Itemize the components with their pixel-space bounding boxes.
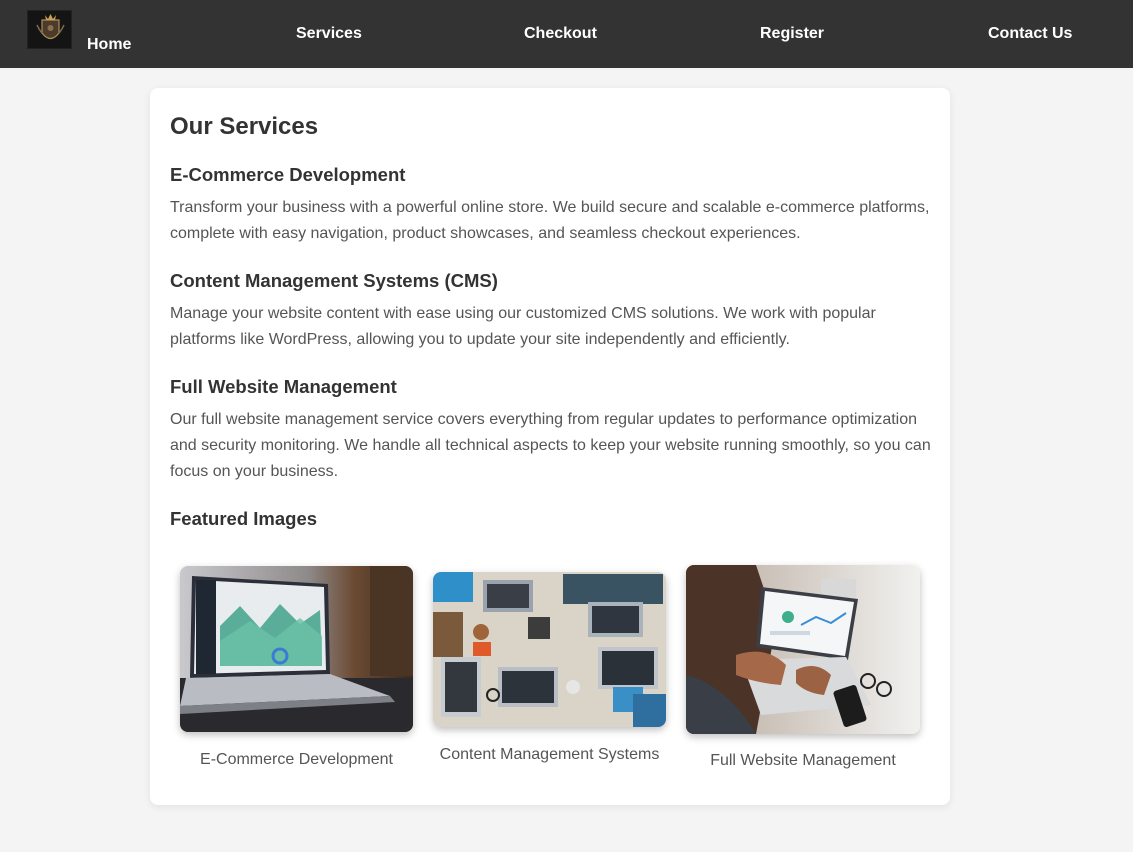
nav-checkout-link[interactable]: Checkout <box>524 25 597 43</box>
service-description-cms: Manage your website content with ease us… <box>170 305 876 348</box>
service-description-ecommerce: Transform your business with a powerful … <box>170 199 930 242</box>
services-card: Our Services E-Commerce Development Tran… <box>150 88 950 805</box>
featured-caption-cms: Content Management Systems <box>439 746 660 763</box>
page-title: Our Services <box>170 113 319 140</box>
service-description-management: Our full website management service cove… <box>170 411 931 480</box>
site-logo[interactable] <box>27 10 72 49</box>
featured-caption-management: Full Website Management <box>710 752 896 769</box>
nav-home-link[interactable]: Home <box>87 36 131 54</box>
nav-services-link[interactable]: Services <box>296 25 362 43</box>
featured-image-cms <box>433 572 666 727</box>
featured-images-title: Featured Images <box>170 508 318 529</box>
featured-caption-ecommerce: E-Commerce Development <box>200 751 393 768</box>
featured-image-ecommerce <box>180 566 413 732</box>
service-title-cms: Content Management Systems (CMS) <box>170 270 498 291</box>
service-title-management: Full Website Management <box>170 376 397 397</box>
service-title-ecommerce: E-Commerce Development <box>170 164 406 185</box>
featured-image-management <box>686 565 920 734</box>
top-navbar: Home Services Checkout Register Contact … <box>0 0 1133 68</box>
nav-contact-link[interactable]: Contact Us <box>988 25 1072 43</box>
nav-register-link[interactable]: Register <box>760 25 824 43</box>
